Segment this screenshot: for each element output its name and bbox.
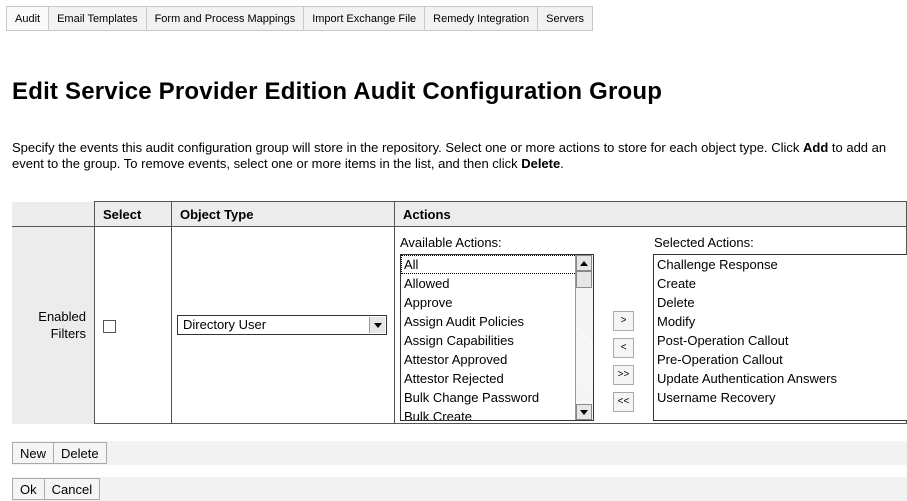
list-item[interactable]: Pre-Operation Callout — [654, 350, 907, 369]
row-actions-bar: New Delete — [12, 441, 907, 465]
object-type-value: Directory User — [183, 317, 267, 332]
actions-cell: Available Actions: All Allowed Approve A… — [394, 226, 907, 424]
tab-bar: Audit Email Templates Form and Process M… — [6, 6, 594, 32]
form-actions-bar: Ok Cancel — [12, 477, 907, 501]
list-item[interactable]: Assign Audit Policies — [401, 312, 593, 331]
list-item[interactable]: Modify — [654, 312, 907, 331]
list-item[interactable]: Update Authentication Answers — [654, 369, 907, 388]
tab-email-templates[interactable]: Email Templates — [49, 7, 147, 31]
actions-column-header: Actions — [394, 201, 907, 227]
object-type-cell: Directory User — [171, 226, 395, 424]
list-item[interactable]: Approve — [401, 293, 593, 312]
intro-part-1: Specify the events this audit configurat… — [12, 140, 803, 155]
enable-checkbox[interactable] — [103, 319, 116, 333]
tab-audit[interactable]: Audit — [6, 7, 50, 31]
list-item[interactable]: Delete — [654, 293, 907, 312]
intro-add-keyword: Add — [803, 140, 829, 155]
object-type-select[interactable]: Directory User — [177, 315, 387, 335]
list-item[interactable]: Bulk Change Password — [401, 388, 593, 407]
row-label-line-2: Filters — [50, 326, 86, 342]
available-actions-scrollbar[interactable] — [575, 255, 593, 420]
tab-form-process-mappings[interactable]: Form and Process Mappings — [146, 7, 305, 31]
list-item[interactable]: Attestor Approved — [401, 350, 593, 369]
tab-import-exchange-file[interactable]: Import Exchange File — [304, 7, 426, 31]
select-column-header: Select — [94, 201, 172, 227]
remove-all-button[interactable]: << — [613, 392, 634, 412]
tab-servers[interactable]: Servers — [538, 7, 594, 31]
list-item[interactable]: All — [401, 255, 591, 274]
chevron-down-icon[interactable] — [369, 317, 385, 333]
object-type-column-header: Object Type — [171, 201, 395, 227]
enabled-filters-label: Enabled Filters — [12, 226, 95, 424]
list-item[interactable]: Username Recovery — [654, 388, 907, 407]
ok-button[interactable]: Ok — [12, 478, 45, 500]
select-cell — [94, 226, 172, 424]
list-item[interactable]: Assign Capabilities — [401, 331, 593, 350]
remove-selected-button[interactable]: < — [613, 338, 634, 358]
list-item[interactable]: Bulk Create — [401, 407, 593, 420]
list-item[interactable]: Post-Operation Callout — [654, 331, 907, 350]
add-selected-button[interactable]: > — [613, 311, 634, 331]
list-item[interactable]: Create — [654, 274, 907, 293]
scroll-thumb[interactable] — [576, 271, 592, 288]
intro-part-3: . — [560, 156, 564, 171]
available-actions-label: Available Actions: — [400, 235, 502, 250]
audit-events-table: Select Object Type Actions Enabled Filte… — [12, 201, 907, 424]
scroll-down-icon[interactable] — [576, 404, 592, 420]
tab-remedy-integration[interactable]: Remedy Integration — [425, 7, 539, 31]
row-label-line-1: Enabled — [38, 309, 86, 325]
list-item[interactable]: Attestor Rejected — [401, 369, 593, 388]
list-item[interactable]: Challenge Response — [654, 255, 907, 274]
list-item[interactable]: Allowed — [401, 274, 593, 293]
scroll-up-icon[interactable] — [576, 255, 592, 271]
new-button[interactable]: New — [12, 442, 55, 464]
intro-delete-keyword: Delete — [521, 156, 561, 171]
intro-text: Specify the events this audit configurat… — [12, 140, 902, 172]
selected-actions-list[interactable]: Challenge Response Create Delete Modify … — [653, 254, 907, 421]
add-all-button[interactable]: >> — [613, 365, 634, 385]
page-title: Edit Service Provider Edition Audit Conf… — [12, 78, 663, 105]
available-actions-list[interactable]: All Allowed Approve Assign Audit Policie… — [400, 254, 594, 421]
cancel-button[interactable]: Cancel — [44, 478, 101, 500]
delete-button[interactable]: Delete — [54, 442, 107, 464]
selected-actions-label: Selected Actions: — [654, 235, 754, 250]
row-label-header — [12, 201, 95, 227]
